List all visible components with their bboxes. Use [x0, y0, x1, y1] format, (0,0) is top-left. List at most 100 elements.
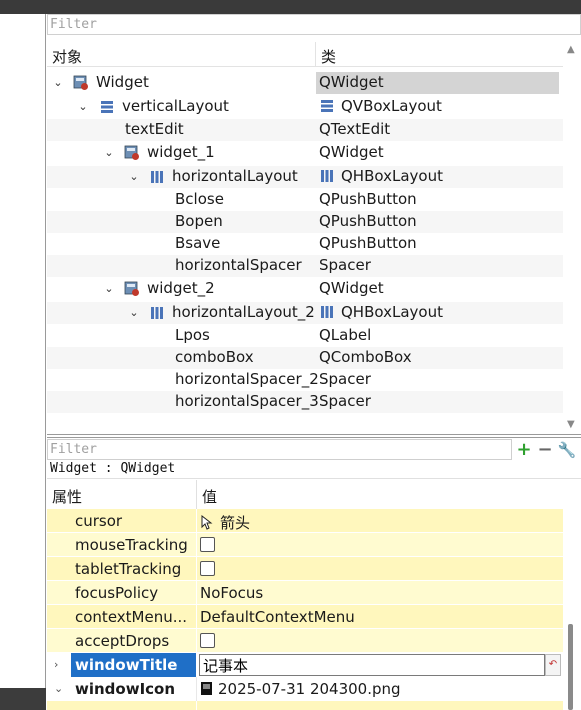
tree-row-bopen[interactable]: Bopen QPushButton: [47, 211, 563, 233]
property-filter-bar: + − 🔧: [47, 437, 581, 460]
arrow-cursor-icon: [201, 514, 213, 530]
property-name: acceptDrops: [75, 632, 170, 650]
tree-class: QComboBox: [319, 348, 412, 366]
header-property[interactable]: 属性: [52, 486, 82, 507]
windowtitle-edit-input[interactable]: [199, 654, 545, 676]
tree-name: textEdit: [125, 120, 184, 138]
widget-icon: [73, 75, 88, 90]
chevron-down-icon[interactable]: ⌄: [128, 302, 140, 324]
header-object[interactable]: 对象: [52, 46, 82, 67]
property-row-windowicon[interactable]: ⌄ windowIcon 2025-07-31 204300.png: [47, 677, 563, 701]
object-tree-scrollbar[interactable]: ▲ ▼: [563, 42, 581, 434]
remove-property-icon[interactable]: −: [535, 440, 555, 460]
tree-class: QTextEdit: [319, 120, 391, 138]
header-class[interactable]: 类: [321, 46, 336, 67]
reset-icon[interactable]: ↶: [545, 654, 561, 676]
tree-name: comboBox: [175, 348, 254, 366]
property-row-contextmenupolicy[interactable]: contextMenu... DefaultContextMenu: [47, 605, 563, 629]
tree-name: widget_2: [147, 279, 215, 297]
tree-row-horizontalspacer-3[interactable]: horizontalSpacer_3 Spacer: [47, 391, 563, 413]
chevron-right-icon[interactable]: ›: [54, 653, 58, 677]
property-row-acceptdrops[interactable]: acceptDrops: [47, 629, 563, 653]
tree-class: QWidget: [319, 143, 384, 161]
chevron-down-icon[interactable]: ⌄: [77, 96, 89, 118]
property-value[interactable]: 2025-07-31 204300.png: [200, 680, 401, 698]
tree-class: Spacer: [319, 256, 371, 274]
left-dock-edge: [0, 14, 46, 710]
window-top-bar: [0, 0, 581, 14]
widget-icon: [124, 145, 139, 160]
acceptdrops-checkbox[interactable]: [200, 633, 215, 648]
tree-class: QHBoxLayout: [319, 167, 443, 185]
tree-name: horizontalSpacer_2: [175, 370, 319, 388]
chevron-down-icon[interactable]: ⌄: [103, 142, 115, 164]
property-row-focuspolicy[interactable]: focusPolicy NoFocus: [47, 581, 563, 605]
tree-row-horizontallayout-2[interactable]: ⌄ horizontalLayout_2 QHBoxLayout: [47, 302, 563, 324]
vbox-layout-icon: [321, 100, 333, 112]
tree-name: widget_1: [147, 143, 215, 161]
tree-name: verticalLayout: [122, 97, 229, 115]
mousetracking-checkbox[interactable]: [200, 537, 215, 552]
tree-row-widget[interactable]: ⌄ Widget QWidget: [47, 72, 563, 94]
tree-class: QWidget: [316, 72, 559, 94]
tree-name: horizontalLayout_2: [172, 303, 315, 321]
tree-class: QHBoxLayout: [319, 303, 443, 321]
tree-row-horizontalspacer-2[interactable]: horizontalSpacer_2 Spacer: [47, 369, 563, 391]
tree-name: horizontalLayout: [172, 167, 298, 185]
tree-class: Spacer: [319, 392, 371, 410]
property-value[interactable]: DefaultContextMenu: [200, 608, 355, 626]
wrench-icon[interactable]: 🔧: [557, 440, 577, 460]
object-tree-header: 对象 类: [47, 42, 563, 67]
property-name: windowIcon: [75, 680, 176, 698]
tree-class: QLabel: [319, 326, 372, 344]
property-value[interactable]: 箭头: [200, 512, 250, 533]
hbox-layout-icon: [321, 306, 333, 318]
chevron-down-icon[interactable]: ⌄: [103, 278, 115, 300]
tree-row-lpos[interactable]: Lpos QLabel: [47, 325, 563, 347]
scroll-up-icon[interactable]: ▲: [567, 44, 575, 55]
add-dynamic-property-icon[interactable]: +: [514, 440, 534, 460]
tree-class: QVBoxLayout: [319, 97, 442, 115]
chevron-down-icon[interactable]: ⌄: [128, 166, 140, 188]
tree-row-widget-1[interactable]: ⌄ widget_1 QWidget: [47, 142, 563, 164]
property-value[interactable]: NoFocus: [200, 584, 263, 602]
property-row-mousetracking[interactable]: mouseTracking: [47, 533, 563, 557]
tree-name: Bsave: [175, 234, 221, 252]
tree-row-bsave[interactable]: Bsave QPushButton: [47, 233, 563, 255]
property-row-partial[interactable]: [47, 701, 563, 710]
tree-name: horizontalSpacer_3: [175, 392, 319, 410]
tablettracking-checkbox[interactable]: [200, 561, 215, 576]
property-name: windowTitle: [71, 653, 196, 677]
tree-row-widget-2[interactable]: ⌄ widget_2 QWidget: [47, 278, 563, 300]
object-filter-input[interactable]: [47, 14, 581, 35]
header-value[interactable]: 值: [202, 486, 217, 507]
chevron-down-icon[interactable]: ⌄: [52, 72, 64, 94]
property-filter-input[interactable]: [47, 439, 512, 460]
tree-row-verticallayout[interactable]: ⌄ verticalLayout QVBoxLayout: [47, 96, 563, 118]
tree-class: QPushButton: [319, 190, 417, 208]
property-name: tabletTracking: [75, 560, 182, 578]
property-name: mouseTracking: [75, 536, 188, 554]
property-editor-title: Widget : QWidget: [47, 460, 581, 479]
chevron-down-icon[interactable]: ⌄: [54, 677, 63, 701]
tree-row-horizontalspacer[interactable]: horizontalSpacer Spacer: [47, 255, 563, 277]
scrollbar-thumb[interactable]: [568, 624, 573, 710]
tree-class: QWidget: [319, 279, 384, 297]
bottom-left-corner: [0, 688, 46, 710]
property-row-tablettracking[interactable]: tabletTracking: [47, 557, 563, 581]
tree-row-combobox[interactable]: comboBox QComboBox: [47, 347, 563, 369]
property-row-windowtitle[interactable]: › windowTitle ↶: [47, 653, 563, 677]
tree-row-textedit[interactable]: textEdit QTextEdit: [47, 119, 563, 141]
image-file-icon: [201, 682, 212, 695]
vbox-layout-icon: [101, 101, 113, 113]
property-scrollbar[interactable]: [563, 480, 581, 710]
property-row-cursor[interactable]: cursor 箭头: [47, 509, 563, 533]
property-header: 属性 值: [47, 480, 563, 509]
windowicon-value-text: 2025-07-31 204300.png: [218, 680, 401, 698]
tree-row-horizontallayout[interactable]: ⌄ horizontalLayout QHBoxLayout: [47, 166, 563, 188]
tree-row-bclose[interactable]: Bclose QPushButton: [47, 189, 563, 211]
cursor-value-text: 箭头: [220, 514, 251, 532]
scroll-down-icon[interactable]: ▼: [567, 419, 575, 430]
tree-class: QPushButton: [319, 212, 417, 230]
hbox-layout-icon: [151, 171, 163, 183]
